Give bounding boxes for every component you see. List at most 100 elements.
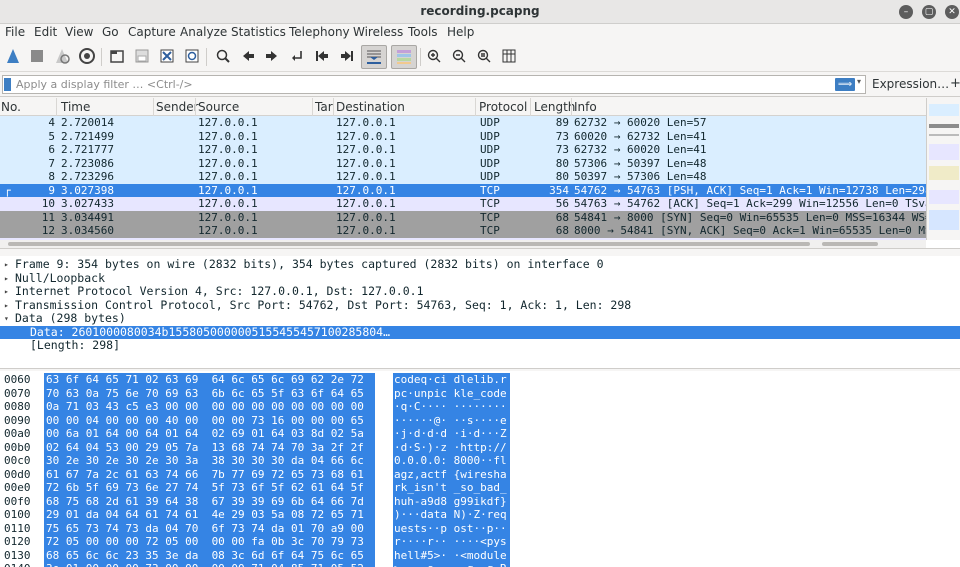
start-capture-icon[interactable] bbox=[3, 46, 23, 66]
packet-protocol-cell: UDP bbox=[480, 143, 500, 156]
menu-help[interactable]: Help bbox=[447, 25, 474, 39]
stop-capture-icon[interactable] bbox=[27, 46, 47, 66]
minimize-icon[interactable]: – bbox=[899, 5, 913, 19]
packet-destination-cell: 127.0.0.1 bbox=[336, 143, 396, 156]
packet-row[interactable]: ┌ 9 3.027398 127.0.0.1 127.0.0.1 TCP 354 54762 … bbox=[0, 183, 926, 197]
bytes-row[interactable]: 00a0 00 6a 01 64 00 64 01 64 02 69 01 64 … bbox=[0, 427, 960, 441]
resize-columns-icon[interactable] bbox=[499, 46, 519, 66]
bytes-row[interactable]: 0060 63 6f 64 65 71 02 63 69 64 6c 65 6c … bbox=[0, 373, 960, 387]
chevron-right-icon[interactable]: ▸ bbox=[4, 285, 9, 299]
go-forward-icon[interactable] bbox=[262, 46, 282, 66]
bytes-row[interactable]: 0100 29 01 da 04 64 61 74 61 4e 29 03 5a … bbox=[0, 508, 960, 522]
menu-telephony[interactable]: Telephony bbox=[289, 25, 350, 39]
open-file-icon[interactable] bbox=[107, 46, 127, 66]
byte-hex: 75 65 73 74 73 da 04 70 6f 73 74 da 01 7… bbox=[44, 521, 375, 535]
menu-wireless[interactable]: Wireless bbox=[353, 25, 403, 39]
packet-protocol-cell: TCP bbox=[480, 224, 500, 237]
packet-row[interactable]: 8 2.723296 127.0.0.1 127.0.0.1 UDP 80 50397 → … bbox=[0, 170, 926, 184]
zoom-in-icon[interactable] bbox=[424, 46, 444, 66]
menu-capture[interactable]: Capture bbox=[128, 25, 176, 39]
packet-row[interactable]: 10 3.027433 127.0.0.1 127.0.0.1 TCP 56 54763 →… bbox=[0, 197, 926, 211]
menu-edit[interactable]: Edit bbox=[34, 25, 57, 39]
colorize-icon[interactable] bbox=[391, 45, 417, 69]
details-item-label: [Length: 298] bbox=[30, 338, 121, 352]
menu-analyze[interactable]: Analyze bbox=[180, 25, 227, 39]
filter-history-chevron-down-icon[interactable]: ▾ bbox=[857, 77, 861, 86]
packet-row[interactable]: 11 3.034491 127.0.0.1 127.0.0.1 TCP 68 54841 →… bbox=[0, 210, 926, 224]
column-header-no[interactable]: No. bbox=[1, 100, 21, 114]
display-filter-field[interactable]: ⟹ ▾ bbox=[2, 75, 866, 94]
details-tree-item[interactable]: ▾ Data (298 bytes) bbox=[0, 311, 960, 326]
reload-file-icon[interactable] bbox=[182, 46, 202, 66]
display-filter-input[interactable] bbox=[16, 77, 826, 92]
column-header-protocol[interactable]: Protocol bbox=[479, 100, 527, 114]
go-back-icon[interactable] bbox=[238, 46, 258, 66]
filter-bookmark-icon[interactable] bbox=[4, 78, 11, 91]
column-header-target[interactable]: Tar bbox=[315, 100, 333, 114]
packet-row[interactable]: 6 2.721777 127.0.0.1 127.0.0.1 UDP 73 62732 → … bbox=[0, 143, 926, 157]
bytes-row[interactable]: 00d0 61 67 7a 2c 61 63 74 66 7b 77 69 72 … bbox=[0, 467, 960, 481]
restart-capture-icon[interactable] bbox=[52, 46, 72, 66]
details-tree-item[interactable]: ▸ Null/Loopback bbox=[0, 271, 960, 286]
packet-row[interactable]: 4 2.720014 127.0.0.1 127.0.0.1 UDP 89 62732 → … bbox=[0, 116, 926, 130]
pane-splitter[interactable] bbox=[0, 250, 960, 254]
menu-tools[interactable]: Tools bbox=[408, 25, 438, 39]
zoom-out-icon[interactable] bbox=[449, 46, 469, 66]
go-to-packet-icon[interactable] bbox=[287, 46, 307, 66]
menu-statistics[interactable]: Statistics bbox=[231, 25, 286, 39]
packet-no-cell: 8 bbox=[48, 170, 55, 183]
close-icon[interactable]: ✕ bbox=[945, 5, 959, 19]
bytes-row[interactable]: 00f0 68 75 68 2d 61 39 64 38 67 39 39 69 … bbox=[0, 494, 960, 508]
column-header-sender[interactable]: Sender bbox=[156, 100, 199, 114]
menu-file[interactable]: File bbox=[5, 25, 25, 39]
bytes-row[interactable]: 0110 75 65 73 74 73 da 04 70 6f 73 74 da … bbox=[0, 521, 960, 535]
chevron-right-icon[interactable]: ▸ bbox=[4, 258, 9, 272]
add-filter-button[interactable]: + bbox=[950, 76, 960, 91]
go-first-icon[interactable] bbox=[312, 46, 332, 66]
column-header-info[interactable]: Info bbox=[574, 100, 597, 114]
packet-row[interactable]: 5 2.721499 127.0.0.1 127.0.0.1 UDP 73 60020 → … bbox=[0, 129, 926, 143]
packet-row[interactable]: 7 2.723086 127.0.0.1 127.0.0.1 UDP 80 57306 → … bbox=[0, 156, 926, 170]
details-tree-item[interactable]: [Length: 298] bbox=[0, 338, 960, 353]
menu-bar: File Edit View Go Capture Analyze Statis… bbox=[0, 24, 960, 42]
find-packet-icon[interactable] bbox=[213, 46, 233, 66]
chevron-down-icon[interactable]: ▾ bbox=[4, 312, 9, 326]
details-tree-item[interactable]: ▸ Internet Protocol Version 4, Src: 127.0… bbox=[0, 284, 960, 299]
byte-hex: 02 64 04 53 00 29 05 7a 13 68 74 74 70 3… bbox=[44, 440, 375, 454]
column-header-destination[interactable]: Destination bbox=[336, 100, 405, 114]
menu-go[interactable]: Go bbox=[102, 25, 119, 39]
autoscroll-icon[interactable] bbox=[361, 45, 387, 69]
details-tree-item[interactable]: Data: 2601000080034b15580500000051554554… bbox=[0, 325, 960, 339]
column-header-length[interactable]: Length bbox=[534, 100, 575, 114]
expression-button[interactable]: Expression… bbox=[872, 77, 949, 91]
bytes-row[interactable]: 0120 72 05 00 00 00 72 05 00 00 00 fa 0b … bbox=[0, 535, 960, 549]
packet-minimap-scrollbar[interactable] bbox=[926, 98, 960, 240]
bytes-row[interactable]: 0080 0a 71 03 43 c5 e3 00 00 00 00 00 00 … bbox=[0, 400, 960, 414]
packet-info-cell: 54762 → 54763 [PSH, ACK] Seq=1 Ack=1 Win… bbox=[574, 183, 926, 197]
bytes-row[interactable]: 0090 00 00 04 00 00 00 40 00 00 00 73 16 … bbox=[0, 413, 960, 427]
save-file-icon[interactable] bbox=[132, 46, 152, 66]
packet-length-cell: 80 bbox=[555, 156, 569, 170]
column-header-source[interactable]: Source bbox=[198, 100, 239, 114]
maximize-icon[interactable]: ▢ bbox=[922, 5, 936, 19]
apply-filter-arrow-icon[interactable]: ⟹ bbox=[835, 78, 855, 91]
packet-list-horizontal-scrollbar[interactable] bbox=[0, 240, 926, 248]
capture-options-icon[interactable] bbox=[77, 46, 97, 66]
normal-size-icon[interactable] bbox=[474, 46, 494, 66]
menu-view[interactable]: View bbox=[65, 25, 93, 39]
chevron-right-icon[interactable]: ▸ bbox=[4, 272, 9, 286]
chevron-right-icon[interactable]: ▸ bbox=[4, 299, 9, 313]
details-tree-item[interactable]: ▸ Transmission Control Protocol, Src Port… bbox=[0, 298, 960, 313]
go-last-icon[interactable] bbox=[337, 46, 357, 66]
bytes-row[interactable]: 00c0 30 2e 30 2e 30 2e 30 3a 38 30 30 30 … bbox=[0, 454, 960, 468]
bytes-row[interactable]: 0140 3e 01 00 00 00 73 00 00 00 00 71 04 … bbox=[0, 562, 960, 567]
close-file-icon[interactable] bbox=[157, 46, 177, 66]
scrollbar-thumb[interactable] bbox=[8, 242, 810, 246]
bytes-row[interactable]: 00e0 72 6b 5f 69 73 6e 27 74 5f 73 6f 5f … bbox=[0, 481, 960, 495]
bytes-row[interactable]: 0070 70 63 0a 75 6e 70 69 63 6b 6c 65 5f … bbox=[0, 386, 960, 400]
details-tree-item[interactable]: ▸ Frame 9: 354 bytes on wire (2832 bits),… bbox=[0, 257, 960, 272]
bytes-row[interactable]: 0130 68 65 6c 6c 23 35 3e da 08 3c 6d 6f … bbox=[0, 548, 960, 562]
column-header-time[interactable]: Time bbox=[61, 100, 90, 114]
packet-row[interactable]: 12 3.034560 127.0.0.1 127.0.0.1 TCP 68 8000 → … bbox=[0, 224, 926, 238]
bytes-row[interactable]: 00b0 02 64 04 53 00 29 05 7a 13 68 74 74 … bbox=[0, 440, 960, 454]
